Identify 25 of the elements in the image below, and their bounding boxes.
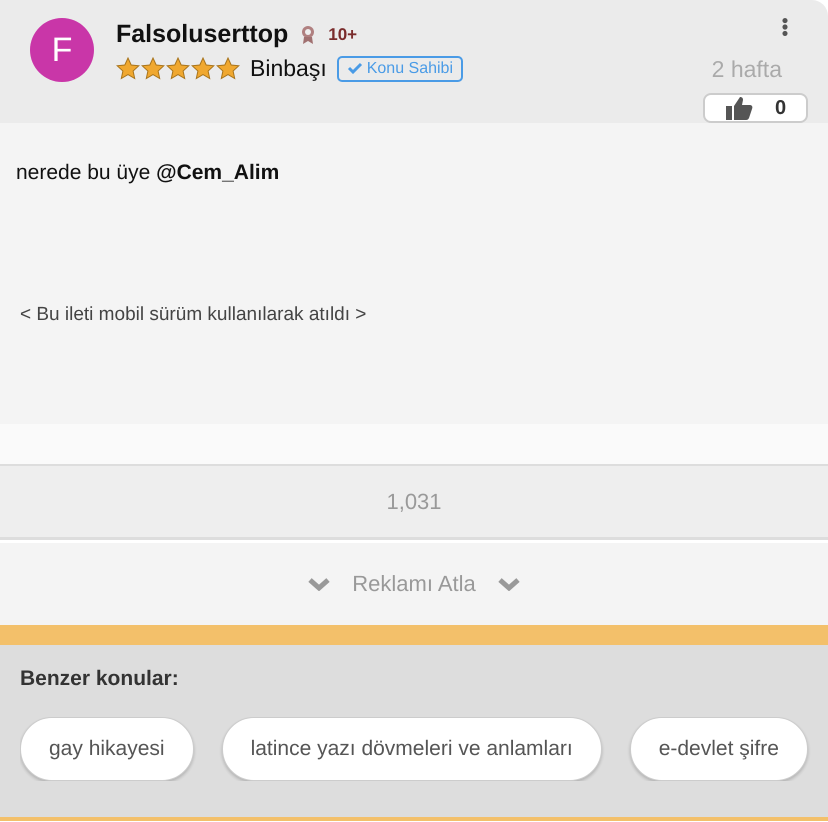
view-count: 1,031 [386,488,442,514]
user-rank: Binbaşı [250,55,327,82]
award-icon [300,24,316,44]
star-icon [116,56,140,80]
star-icon [216,56,240,80]
section-title: Benzer konular: [20,667,180,691]
user-avatar[interactable]: F [30,18,94,82]
post-time: 2 hafta [712,56,782,83]
chevron-down-icon [498,577,520,591]
star-icon [166,56,190,80]
thumbs-up-icon [724,95,753,121]
topic-chip[interactable]: e-devlet şifre [630,717,808,781]
star-icon [191,56,215,80]
username[interactable]: Falsoluserttop [116,20,288,49]
check-icon [346,62,363,75]
chevron-down-icon [308,577,330,591]
more-icon[interactable] [780,18,790,36]
mobile-note: < Bu ileti mobil sürüm kullanılarak atıldı > [19,304,368,326]
badge-count: 10+ [328,24,358,44]
post-text: nerede bu üye @Cem_Alim [16,161,280,185]
like-button[interactable]: 0 [703,93,808,123]
star-icon [141,56,165,80]
topic-chip[interactable]: gay hikayesi [20,717,194,781]
owner-label: Konu Sahibi [366,60,454,78]
topic-chip[interactable]: latince yazı dövmeleri ve anlamları [222,717,602,781]
